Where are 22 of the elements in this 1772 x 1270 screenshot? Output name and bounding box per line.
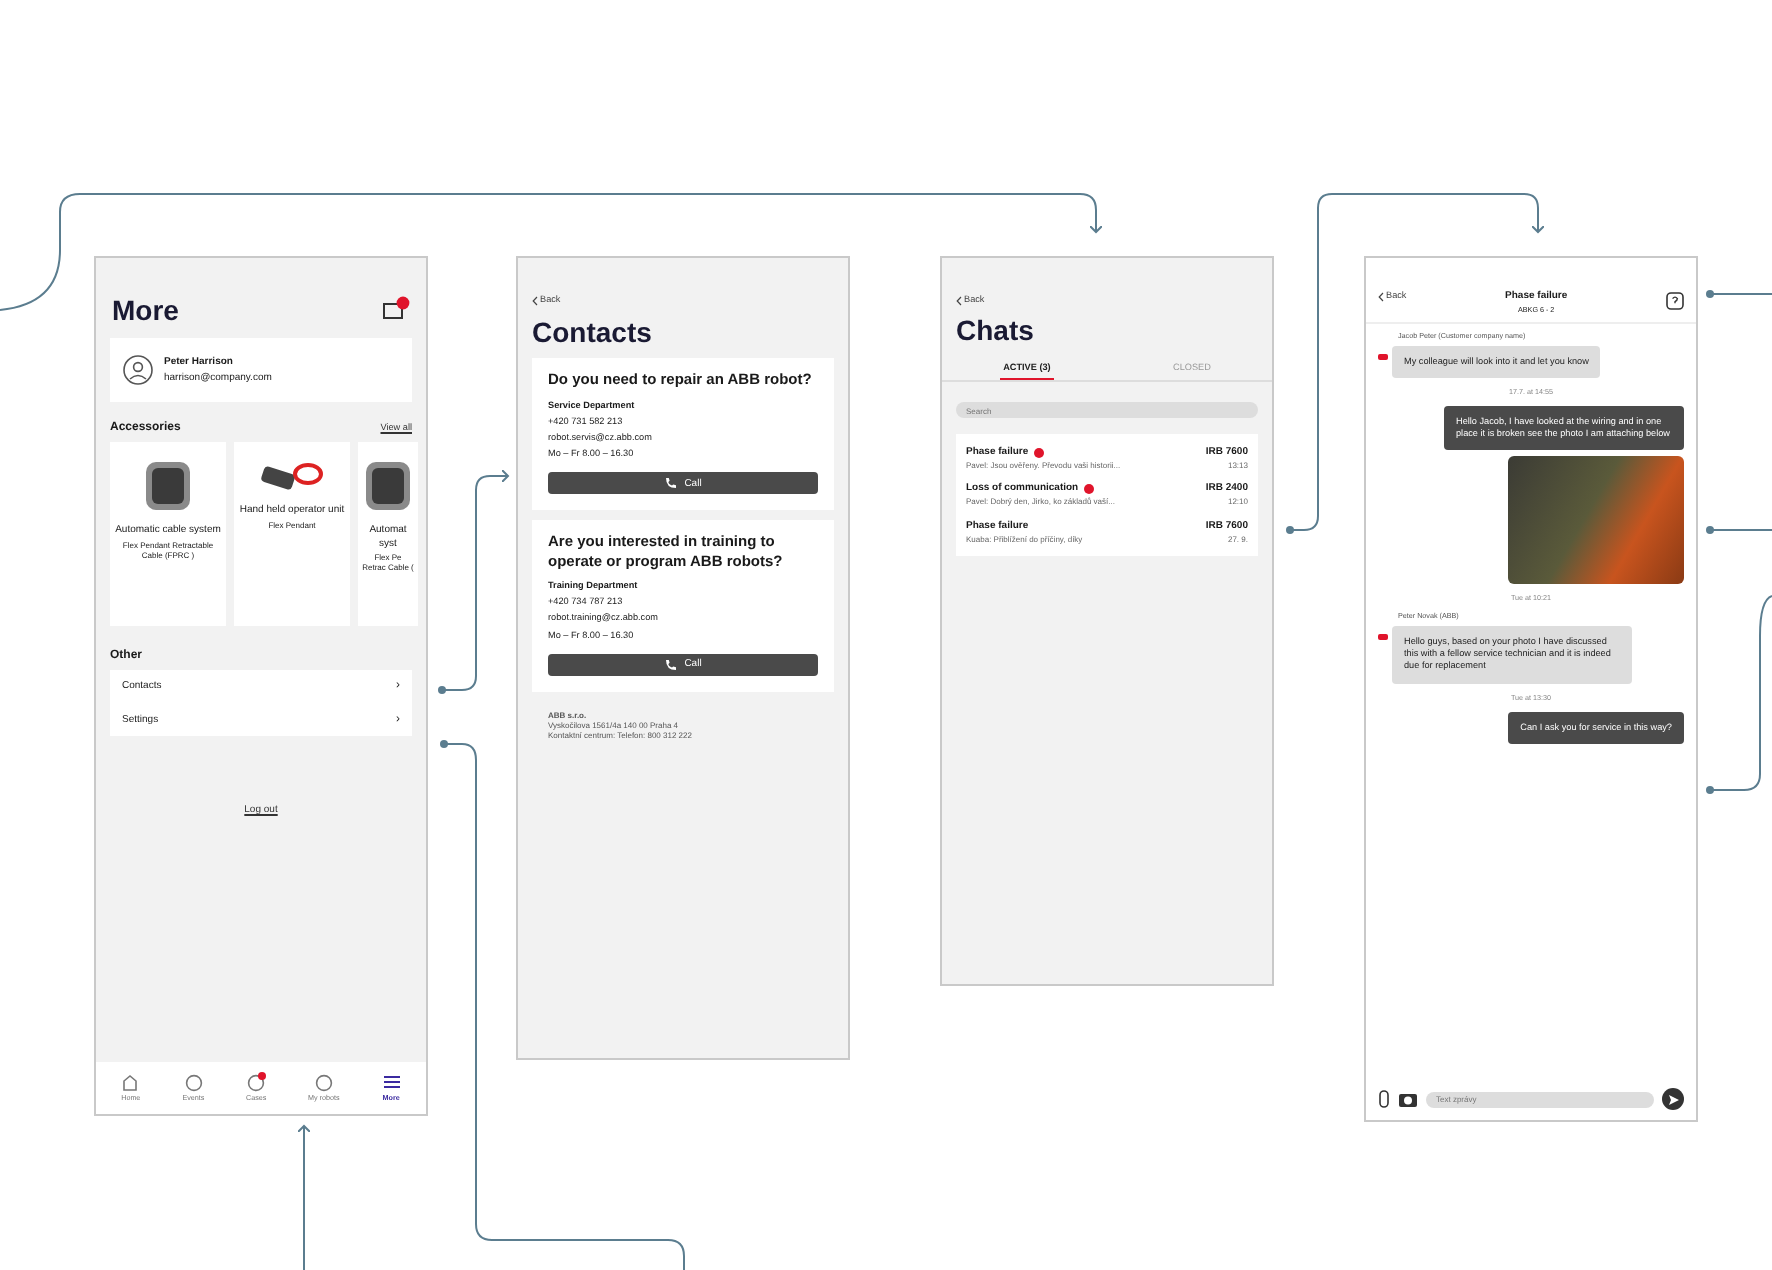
phone-icon bbox=[664, 657, 679, 672]
connector-line bbox=[1706, 526, 1772, 534]
connector-line bbox=[1706, 290, 1772, 298]
screen-title: More bbox=[112, 294, 179, 326]
chevron-left-icon bbox=[532, 295, 538, 306]
cable-reel-drawing bbox=[144, 460, 192, 513]
avatar-icon bbox=[1378, 634, 1388, 641]
send-icon bbox=[1667, 1093, 1679, 1105]
screen-title: Contacts bbox=[532, 316, 654, 349]
send-button[interactable] bbox=[1662, 1088, 1684, 1110]
camera-icon[interactable] bbox=[1398, 1090, 1418, 1108]
user-avatar-icon bbox=[122, 354, 154, 386]
phone-icon bbox=[664, 476, 679, 491]
chat-icon[interactable] bbox=[382, 296, 410, 324]
help-icon[interactable] bbox=[1665, 292, 1684, 311]
avatar-icon bbox=[1378, 353, 1388, 359]
cable-reel-drawing bbox=[364, 460, 412, 513]
attach-icon[interactable] bbox=[1378, 1090, 1390, 1108]
chevron-left-icon bbox=[956, 295, 962, 306]
screen-title: Chats bbox=[956, 314, 1036, 347]
device-drawing bbox=[260, 460, 324, 493]
chevron-left-icon bbox=[1378, 291, 1384, 302]
